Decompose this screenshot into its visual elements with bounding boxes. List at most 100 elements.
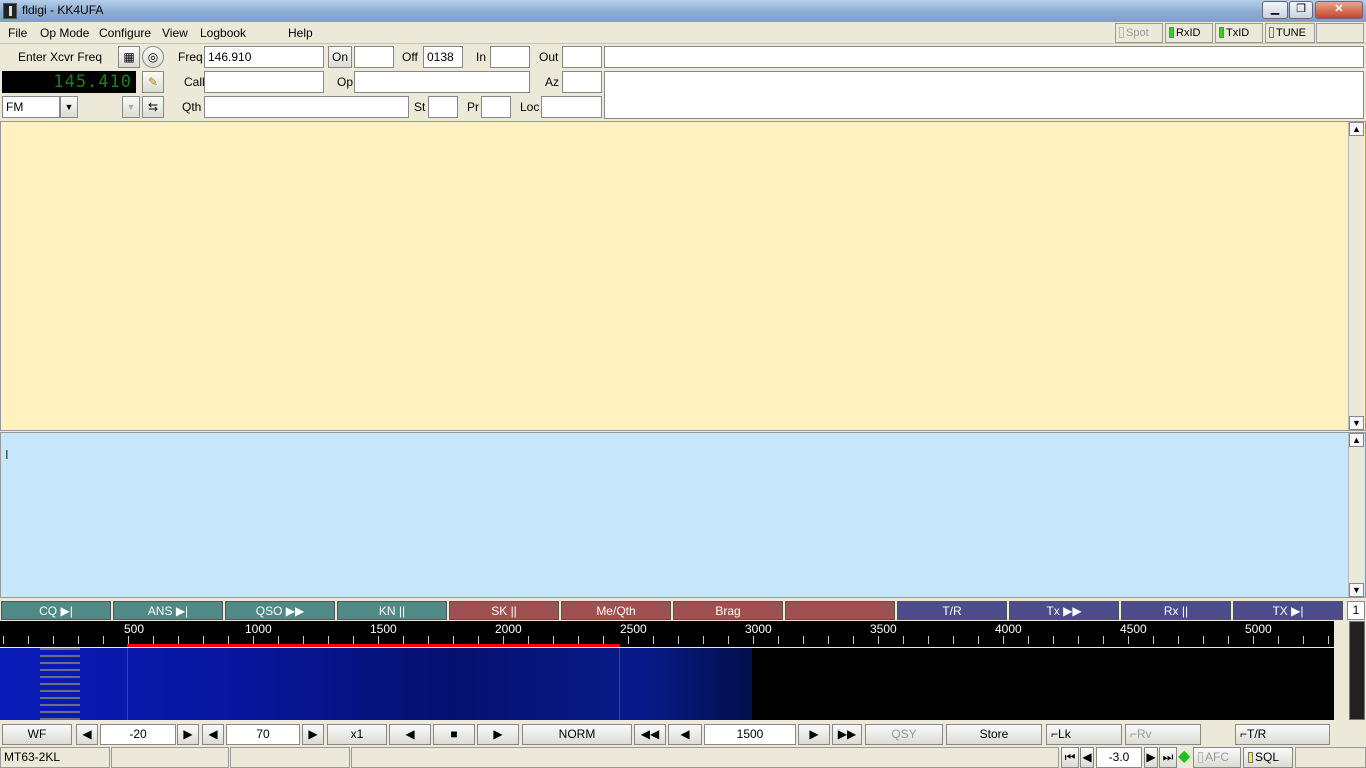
scale-tick: [1228, 636, 1229, 644]
province-field[interactable]: [481, 96, 511, 118]
afc-toggle[interactable]: AFC: [1193, 747, 1241, 768]
tune-toggle[interactable]: TUNE: [1265, 23, 1315, 43]
scale-tick: [3, 636, 4, 644]
range-increase-icon[interactable]: ▶: [302, 724, 324, 745]
qsy-button[interactable]: QSY: [865, 724, 943, 745]
off-time-field[interactable]: 0138: [423, 46, 463, 68]
step-back-icon[interactable]: ◀: [668, 724, 702, 745]
macro-rx-button[interactable]: Rx ||: [1121, 601, 1231, 620]
xcvr-frequency-display[interactable]: 145.410: [2, 71, 136, 93]
step-forward-icon[interactable]: ▶: [798, 724, 830, 745]
reverse-toggle[interactable]: ⌐Rv: [1125, 724, 1201, 745]
menu-configure[interactable]: Configure: [99, 26, 151, 40]
azimuth-field[interactable]: [562, 71, 602, 93]
on-time-field[interactable]: [354, 46, 394, 68]
carrier-frequency-field[interactable]: 1500: [704, 724, 796, 745]
s2n-first-icon[interactable]: ⏮: [1061, 747, 1079, 768]
scroll-up-icon[interactable]: ▲: [1349, 122, 1364, 136]
s2n-back-icon[interactable]: ◀: [1080, 747, 1094, 768]
store-button[interactable]: Store: [946, 724, 1042, 745]
macro-tx-end-button[interactable]: TX ▶|: [1233, 601, 1343, 620]
scale-tick: [1203, 636, 1204, 644]
macro-tr-button[interactable]: T/R: [897, 601, 1007, 620]
scale-label: 4000: [995, 622, 1022, 636]
macro-kn-button[interactable]: KN ||: [337, 601, 447, 620]
frequency-scale[interactable]: 500 1000 1500 2000 2500 3000 3500 4000 4…: [0, 621, 1334, 647]
zoom-button[interactable]: x1: [327, 724, 387, 745]
mode-status[interactable]: MT63-2KL: [0, 747, 110, 768]
waterfall-side-scrollbar[interactable]: [1349, 621, 1365, 720]
menu-file[interactable]: File: [8, 26, 27, 40]
macro-qso-button[interactable]: QSO ▶▶: [225, 601, 335, 620]
macro-brag-button[interactable]: Brag: [673, 601, 783, 620]
locator-field[interactable]: [541, 96, 602, 118]
range-field[interactable]: 70: [226, 724, 300, 745]
wf-mode-button[interactable]: WF: [2, 724, 72, 745]
scale-tick: [303, 636, 304, 644]
swap-icon[interactable]: ⇆: [142, 96, 164, 118]
menu-view[interactable]: View: [162, 26, 188, 40]
scroll-down-icon[interactable]: ▼: [1349, 583, 1364, 597]
s2n-last-icon[interactable]: ⏭: [1159, 747, 1177, 768]
scale-tick: [528, 636, 529, 644]
scale-tick: [28, 636, 29, 644]
bandwidth-dropdown-chevron-down-icon[interactable]: ▼: [122, 96, 140, 118]
mode-select[interactable]: FM: [2, 96, 60, 118]
faster-icon[interactable]: ▶: [477, 724, 519, 745]
minimize-button[interactable]: ▁: [1262, 1, 1288, 19]
txid-toggle[interactable]: TxID: [1215, 23, 1263, 43]
scale-tick: [778, 636, 779, 644]
macro-sk-button[interactable]: SK ||: [449, 601, 559, 620]
transmit-scrollbar[interactable]: ▲ ▼: [1348, 433, 1364, 597]
speed-norm-button[interactable]: NORM: [522, 724, 632, 745]
broom-clear-icon[interactable]: ✎: [142, 71, 164, 93]
s2n-forward-icon[interactable]: ▶: [1144, 747, 1158, 768]
ref-level-field[interactable]: -20: [100, 724, 176, 745]
globe-icon[interactable]: ◎: [142, 46, 164, 68]
stop-icon[interactable]: ■: [433, 724, 475, 745]
tr-toggle[interactable]: ⌐T/R: [1235, 724, 1330, 745]
scale-tick: [353, 636, 354, 644]
menu-op-mode[interactable]: Op Mode: [40, 26, 89, 40]
rst-out-field[interactable]: [562, 46, 602, 68]
receive-scrollbar[interactable]: ▲ ▼: [1348, 122, 1364, 430]
menu-help[interactable]: Help: [288, 26, 313, 40]
macro-cq-button[interactable]: CQ ▶|: [1, 601, 111, 620]
mode-dropdown-chevron-down-icon[interactable]: ▼: [60, 96, 78, 118]
macro-tx-button[interactable]: Tx ▶▶: [1009, 601, 1119, 620]
restore-button[interactable]: ❐: [1289, 1, 1313, 19]
menu-logbook[interactable]: Logbook: [200, 26, 246, 40]
op-name-field[interactable]: [354, 71, 530, 93]
macro-meqth-button[interactable]: Me/Qth: [561, 601, 671, 620]
ref-level-decrease-icon[interactable]: ◀: [76, 724, 98, 745]
memory-icon[interactable]: ▦: [118, 46, 140, 68]
ref-level-increase-icon[interactable]: ▶: [177, 724, 199, 745]
spot-toggle[interactable]: Spot: [1115, 23, 1163, 43]
sql-toggle[interactable]: SQL: [1243, 747, 1293, 768]
on-button[interactable]: On: [328, 46, 352, 68]
qth-field[interactable]: [204, 96, 409, 118]
macro-empty-button[interactable]: [785, 601, 895, 620]
lock-toggle[interactable]: ⌐Lk: [1046, 724, 1122, 745]
state-field[interactable]: [428, 96, 458, 118]
receive-text-pane[interactable]: ▲ ▼: [0, 121, 1366, 431]
scroll-up-icon[interactable]: ▲: [1349, 433, 1364, 447]
range-decrease-icon[interactable]: ◀: [202, 724, 224, 745]
macro-ans-button[interactable]: ANS ▶|: [113, 601, 223, 620]
scroll-down-icon[interactable]: ▼: [1349, 416, 1364, 430]
waterfall-display[interactable]: [0, 648, 1334, 720]
toolbar-blank: [1316, 23, 1364, 43]
freq-field[interactable]: 146.910: [204, 46, 324, 68]
close-button[interactable]: ✕: [1315, 1, 1363, 19]
rxid-toggle[interactable]: RxID: [1165, 23, 1213, 43]
rst-in-field[interactable]: [490, 46, 530, 68]
fast-forward-icon[interactable]: ▶▶: [832, 724, 862, 745]
qso-info-field[interactable]: [604, 71, 1364, 119]
macro-set-indicator[interactable]: 1: [1347, 601, 1365, 620]
transmit-text-pane[interactable]: I ▲ ▼: [0, 432, 1366, 598]
fast-rewind-icon[interactable]: ◀◀: [634, 724, 666, 745]
call-field[interactable]: [204, 71, 324, 93]
scale-label: 3000: [745, 622, 772, 636]
notes-field[interactable]: [604, 46, 1364, 68]
slower-icon[interactable]: ◀: [389, 724, 431, 745]
